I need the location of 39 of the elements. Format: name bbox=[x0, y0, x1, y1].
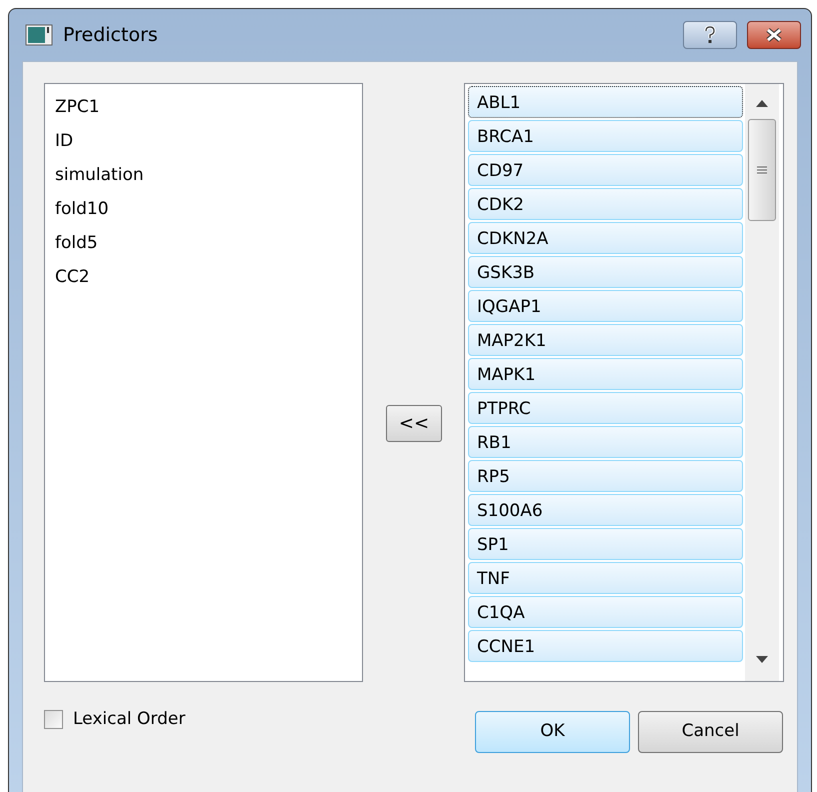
lexical-order-checkbox[interactable] bbox=[44, 710, 63, 730]
window-title: Predictors bbox=[63, 22, 159, 48]
help-icon bbox=[704, 26, 716, 44]
list-item[interactable]: simulation bbox=[55, 158, 362, 192]
lexical-order-label[interactable]: Lexical Order bbox=[73, 707, 186, 732]
close-button[interactable] bbox=[747, 21, 801, 49]
list-item[interactable]: RP5 bbox=[468, 460, 743, 492]
scroll-down-icon[interactable] bbox=[756, 656, 768, 663]
scrollbar[interactable] bbox=[745, 84, 779, 681]
list-item[interactable]: CD97 bbox=[468, 154, 743, 186]
list-item[interactable]: CDK2 bbox=[468, 188, 743, 220]
list-item[interactable]: ZPC1 bbox=[55, 90, 362, 124]
list-item[interactable]: S100A6 bbox=[468, 494, 743, 526]
ok-button[interactable]: OK bbox=[475, 711, 630, 753]
cancel-button[interactable]: Cancel bbox=[638, 711, 783, 753]
scroll-thumb[interactable] bbox=[748, 119, 776, 221]
list-item[interactable]: CDKN2A bbox=[468, 222, 743, 254]
list-item[interactable]: CC2 bbox=[55, 260, 362, 294]
list-item[interactable]: ID bbox=[55, 124, 362, 158]
list-item[interactable]: MAP2K1 bbox=[468, 324, 743, 356]
grip-icon bbox=[757, 165, 767, 175]
list-item[interactable]: CCNE1 bbox=[468, 630, 743, 662]
list-item[interactable]: fold10 bbox=[55, 192, 362, 226]
move-left-button[interactable]: << bbox=[386, 405, 442, 442]
list-item[interactable]: PTPRC bbox=[468, 392, 743, 424]
close-icon bbox=[765, 28, 783, 42]
list-item[interactable]: SP1 bbox=[468, 528, 743, 560]
help-button[interactable] bbox=[683, 21, 737, 49]
list-item[interactable]: RB1 bbox=[468, 426, 743, 458]
list-item[interactable]: TNF bbox=[468, 562, 743, 594]
list-item[interactable]: ABL1 bbox=[468, 86, 743, 118]
list-item[interactable]: BRCA1 bbox=[468, 120, 743, 152]
list-item[interactable]: fold5 bbox=[55, 226, 362, 260]
app-icon bbox=[25, 24, 53, 46]
list-item[interactable]: IQGAP1 bbox=[468, 290, 743, 322]
list-item[interactable]: MAPK1 bbox=[468, 358, 743, 390]
list-item[interactable]: GSK3B bbox=[468, 256, 743, 288]
list-item[interactable]: C1QA bbox=[468, 596, 743, 628]
scroll-up-icon[interactable] bbox=[756, 100, 768, 107]
